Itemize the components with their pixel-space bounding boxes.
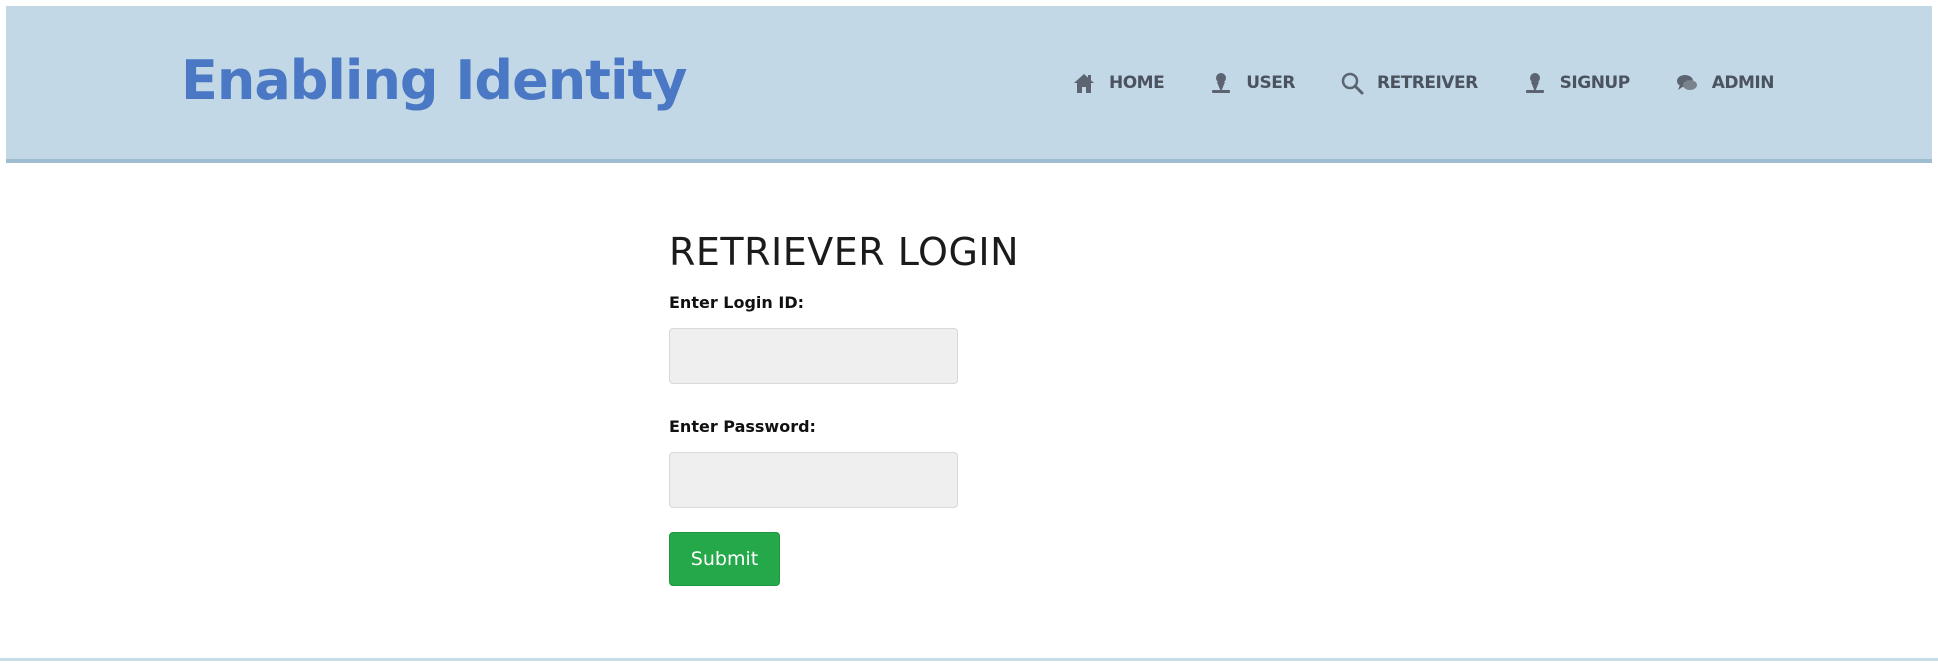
password-label: Enter Password: [669, 417, 816, 436]
page: Enabling Identity HOME USER RETREIVER SI… [0, 0, 1938, 668]
footer-divider [0, 658, 1938, 661]
login-form: RETRIEVER LOGIN Enter Login ID: Enter Pa… [669, 226, 1069, 586]
login-id-label: Enter Login ID: [669, 293, 804, 312]
password-input[interactable] [669, 452, 958, 508]
page-title: RETRIEVER LOGIN [669, 230, 1020, 274]
chat-icon [1674, 70, 1700, 96]
nav-label-signup: SIGNUP [1559, 72, 1631, 93]
search-icon [1339, 70, 1365, 96]
nav-label-user: USER [1246, 72, 1295, 93]
user-icon [1522, 70, 1548, 96]
user-icon [1208, 70, 1234, 96]
submit-button[interactable]: Submit [669, 532, 780, 586]
nav-item-home[interactable]: HOME [1071, 70, 1165, 96]
login-id-input[interactable] [669, 328, 958, 384]
nav-label-retreiver: RETREIVER [1376, 72, 1478, 93]
nav-item-signup[interactable]: SIGNUP [1522, 70, 1630, 96]
main-nav: HOME USER RETREIVER SIGNUP ADMIN [1071, 6, 1774, 159]
nav-item-user[interactable]: USER [1208, 70, 1295, 96]
nav-label-admin: ADMIN [1711, 72, 1775, 93]
nav-item-retreiver[interactable]: RETREIVER [1339, 70, 1478, 96]
site-header: Enabling Identity HOME USER RETREIVER SI… [6, 6, 1932, 163]
home-icon [1071, 70, 1097, 96]
brand-title[interactable]: Enabling Identity [181, 46, 687, 116]
nav-label-home: HOME [1109, 72, 1165, 93]
nav-item-admin[interactable]: ADMIN [1674, 70, 1774, 96]
